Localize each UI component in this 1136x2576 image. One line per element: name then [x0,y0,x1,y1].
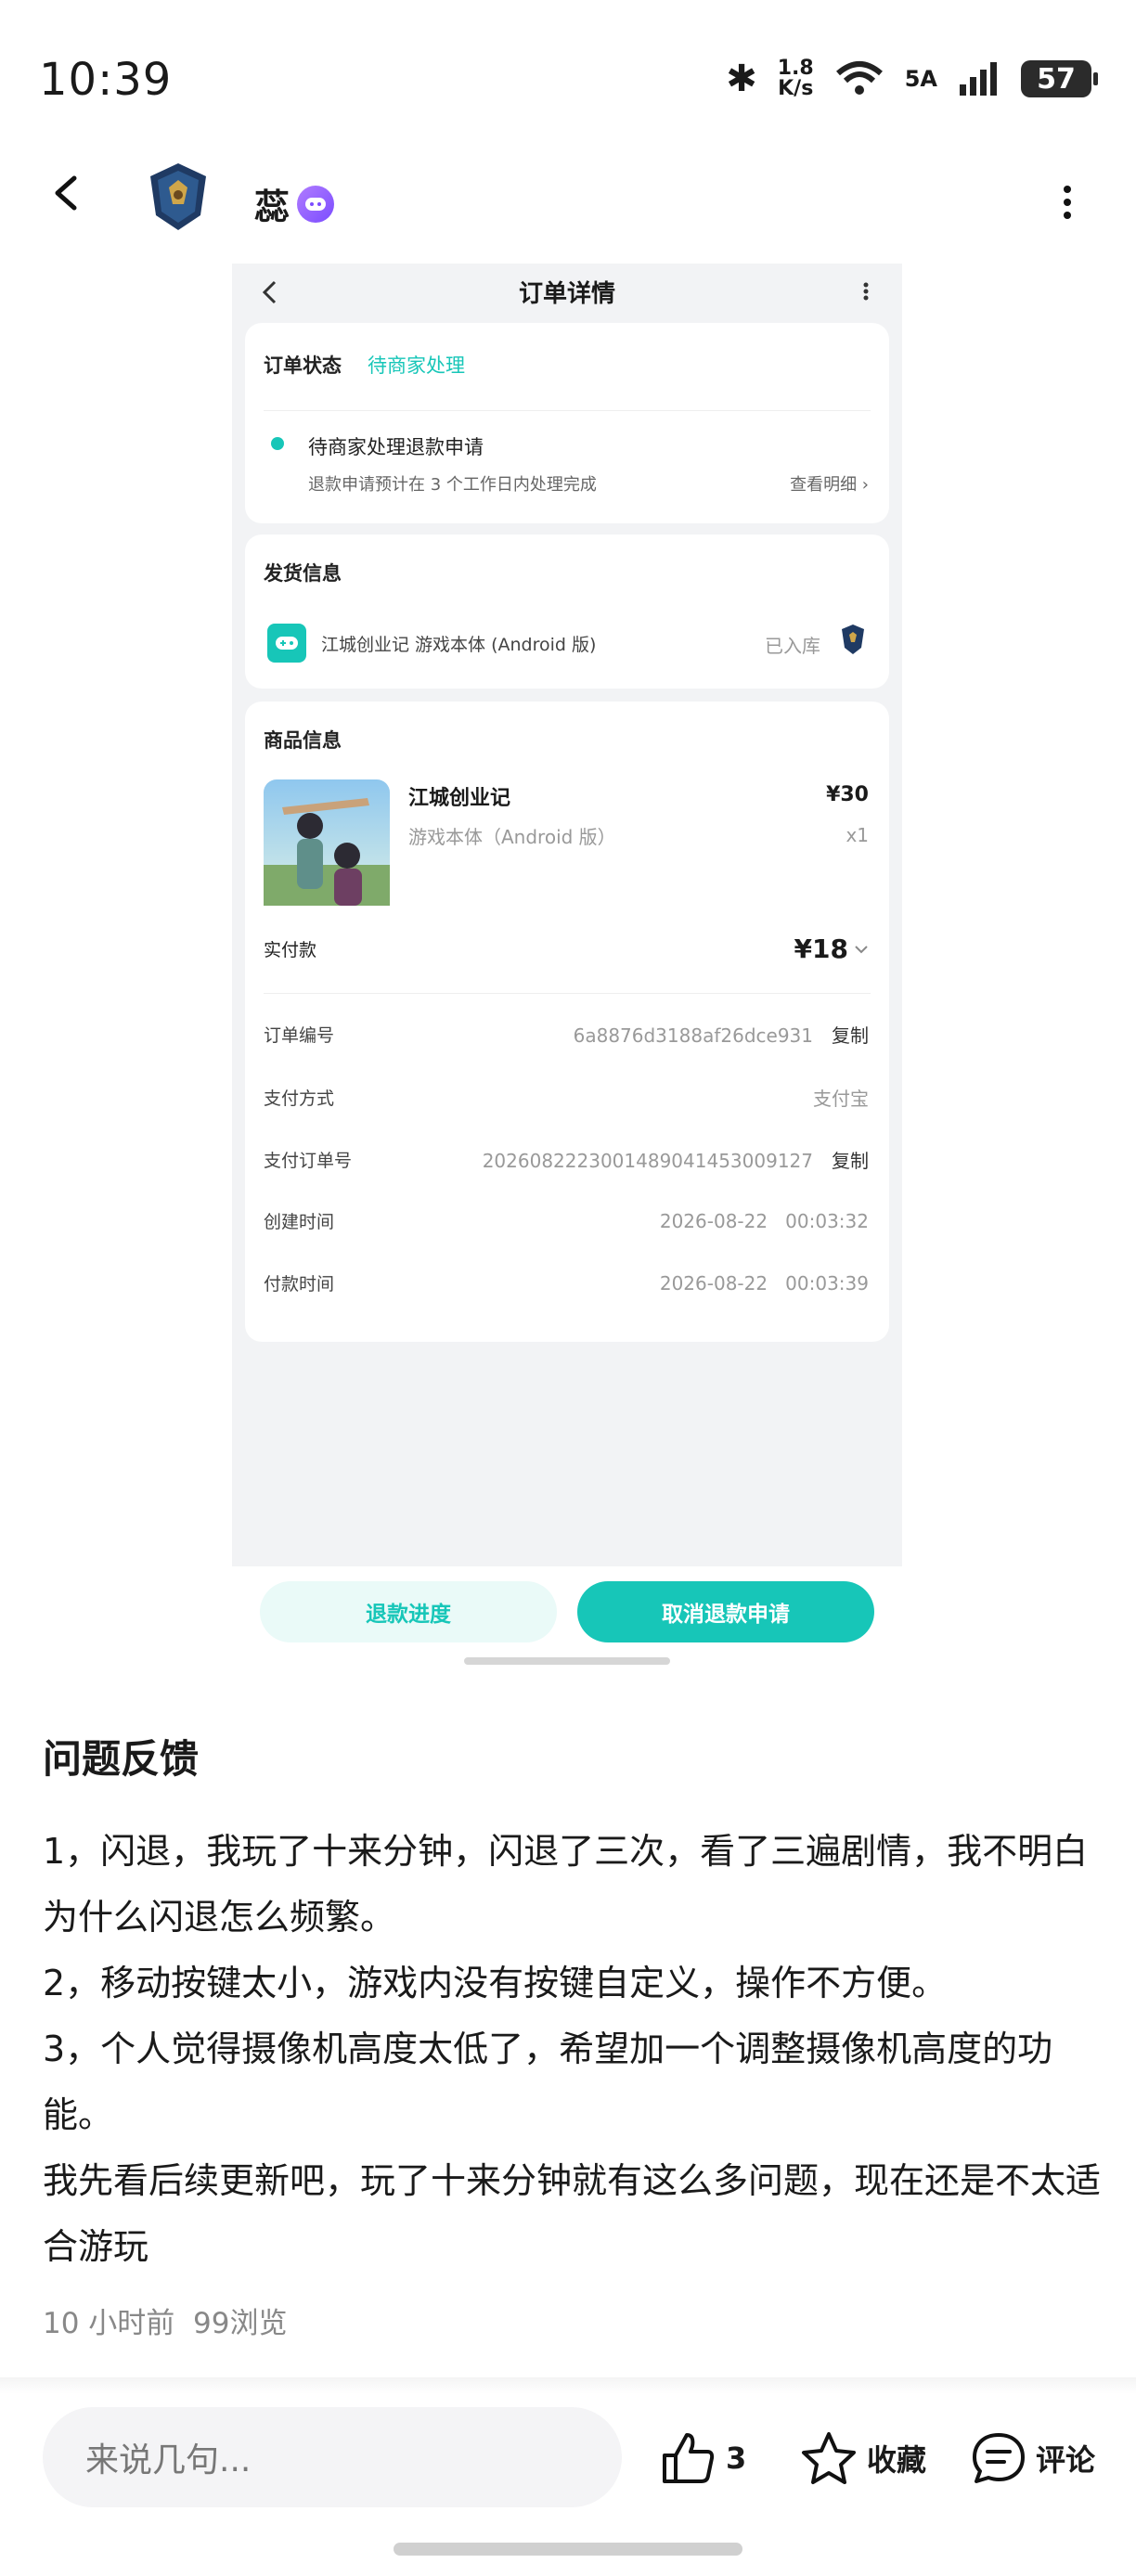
goods-name: 江城创业记 [408,787,511,810]
order-more-icon [863,282,869,301]
paid-time-row: 付款时间 2026-08-22 00:03:39 [264,1271,869,1295]
bottom-divider [0,2377,1136,2394]
post-title: 问题反馈 [43,1736,200,1782]
wifi-icon [835,61,883,95]
ship-status: 已入库 [765,635,820,657]
star-icon [802,2432,856,2484]
chevron-down-icon [855,945,868,953]
post-line: 2，移动按键太小，游戏内没有按键自定义，操作不方便。 [43,1963,948,2003]
paid-row[interactable]: 实付款 ¥18 [264,934,869,964]
status-time: 10:39 [39,54,173,106]
pay-method-row: 支付方式 支付宝 [264,1088,869,1110]
post-meta: 10 小时前 99浏览 [43,2299,287,2341]
comment-button[interactable]: 评论 [971,2431,1095,2485]
comment-icon [973,2433,1025,2483]
step-dot-icon [271,437,284,450]
goods-card: 商品信息 江城创业记 游戏本体（Android 版） ¥30 x1 实付款 ¥1… [245,702,889,1342]
status-label: 订单状态 [264,354,342,377]
order-status-card: 订单状态 待商家处理 待商家处理退款申请 退款申请预计在 3 个工作日内处理完成… [245,323,889,523]
order-back-icon [262,280,277,304]
system-home-indicator [394,2543,742,2556]
pay-order-number-row: 支付订单号 2026082223001489041453009127 复制 [264,1150,869,1172]
favorite-label: 收藏 [867,2442,927,2478]
copy-order-number-button[interactable]: 复制 [832,1024,869,1047]
bluetooth-icon: ✱ [726,58,757,100]
copy-pay-number-button[interactable]: 复制 [832,1150,869,1172]
back-icon[interactable] [48,174,85,212]
refund-progress-button[interactable]: 退款进度 [260,1581,557,1642]
favorite-button[interactable]: 收藏 [800,2431,926,2485]
step-desc: 退款申请预计在 3 个工作日内处理完成 [308,475,597,495]
home-indicator [464,1657,670,1665]
paid-value: ¥18 [794,934,848,964]
cancel-refund-button[interactable]: 取消退款申请 [577,1581,874,1642]
crest-icon [842,625,864,654]
post-time: 10 小时前 [43,2307,175,2340]
paid-label: 实付款 [264,940,317,960]
battery-indicator: 57 [1021,60,1098,97]
status-icons: ✱ 1.8 K/s 5A 57 [726,57,1098,100]
order-number-row: 订单编号 6a8876d3188af26dce931 复制 [264,1024,869,1047]
post-body: 1，闪退，我玩了十来分钟，闪退了三次，看了三遍剧情，我不明白为什么闪退怎么频繁。… [43,1819,1101,2280]
step-title: 待商家处理退款申请 [308,436,484,458]
order-topbar: 订单详情 [232,264,902,319]
ship-item: 江城创业记 游戏本体 (Android 版) [321,635,597,655]
like-count: 3 [726,2441,747,2476]
game-badge-icon [297,185,335,223]
comment-label: 评论 [1036,2442,1096,2478]
post-line: 我先看后续更新吧，玩了十来分钟就有这么多问题，现在还是不太适合游玩 [43,2160,1102,2267]
order-title: 订单详情 [518,279,615,308]
post-views: 99浏览 [193,2307,288,2340]
order-bottom-bar: 退款进度 取消退款申请 [232,1568,902,1670]
username[interactable]: 蕊 [254,178,335,229]
thumbs-up-icon [663,2433,715,2483]
goods-label: 商品信息 [264,729,342,752]
more-icon[interactable] [1056,184,1078,221]
shipping-card: 发货信息 江城创业记 游戏本体 (Android 版) 已入库 [245,535,889,689]
network-type: 5A [904,66,937,92]
post-line: 3，个人觉得摄像机高度太低了，希望加一个调整摄像机高度的功能。 [43,2029,1053,2135]
game-cover-image [264,779,390,906]
comment-input[interactable]: 来说几句... [43,2407,622,2507]
goods-price: ¥30 [826,783,869,806]
divider [264,993,871,994]
view-detail-link[interactable]: 查看明细 › [790,471,869,496]
post-line: 1，闪退，我玩了十来分钟，闪退了三次，看了三遍剧情，我不明白为什么闪退怎么频繁。 [43,1831,1089,1938]
gamepad-icon [267,624,306,663]
avatar[interactable] [141,160,215,234]
created-time-row: 创建时间 2026-08-22 00:03:32 [264,1209,869,1233]
goods-variant: 游戏本体（Android 版） [408,826,616,848]
divider [264,410,871,411]
status-value: 待商家处理 [368,354,465,377]
signal-icon [960,62,997,96]
net-speed: 1.8 K/s [777,57,814,100]
goods-qty: x1 [846,824,869,846]
ship-label: 发货信息 [264,562,342,585]
like-button[interactable]: 3 [661,2431,746,2485]
